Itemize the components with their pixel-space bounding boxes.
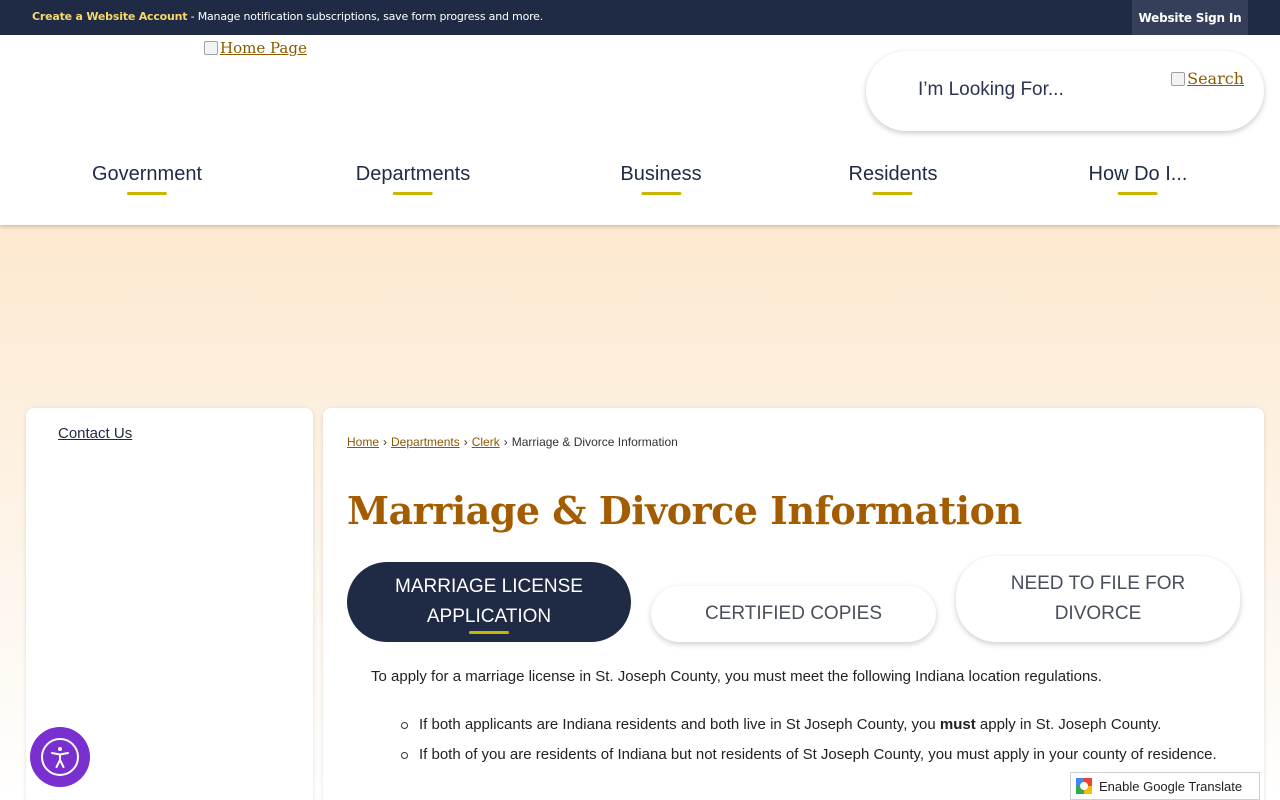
- tab-label-line2: DIVORCE: [1054, 603, 1142, 624]
- translate-label: Enable Google Translate: [1099, 778, 1243, 794]
- create-account-link[interactable]: Create a Website Account: [32, 10, 188, 23]
- page-title: Marriage & Divorce Information: [347, 488, 1022, 533]
- breadcrumb-current: Marriage & Divorce Information: [511, 435, 678, 449]
- search-button-alt: Search: [1187, 69, 1244, 88]
- tab-label: MARRIAGE LICENSE APPLICATION: [395, 572, 583, 632]
- nav-underline: [873, 192, 913, 195]
- main-content: Home › Departments › Clerk › Marriage & Divorc…: [323, 408, 1264, 800]
- intro-text: To apply for a marriage license in St. J…: [371, 668, 1102, 685]
- search-button[interactable]: Search: [1171, 69, 1244, 88]
- nav-item-how-do-i[interactable]: How Do I...: [1088, 163, 1188, 195]
- accessibility-icon: [41, 738, 79, 776]
- top-bar: Create a Website Account - Manage notifi…: [0, 0, 1280, 35]
- account-message: Create a Website Account - Manage notifi…: [32, 10, 543, 23]
- nav-item-government[interactable]: Government: [92, 163, 202, 195]
- google-translate-icon: [1075, 777, 1093, 795]
- nav-item-departments[interactable]: Departments: [355, 163, 471, 195]
- site-header: Home Page I’m Looking For... Search Gove…: [0, 35, 1280, 225]
- tab-label: CERTIFIED COPIES: [704, 603, 882, 624]
- nav-item-residents[interactable]: Residents: [848, 163, 938, 195]
- tab-active-underline: [469, 631, 509, 634]
- nav-item-label: How Do I...: [1088, 163, 1188, 185]
- nav-underline: [1117, 192, 1158, 195]
- rule-text: If both of you are residents of Indiana …: [419, 746, 1217, 763]
- enable-google-translate-button[interactable]: Enable Google Translate: [1070, 772, 1260, 800]
- search-icon: [1171, 71, 1186, 86]
- sidebar-item-contact-us[interactable]: Contact Us: [58, 425, 132, 442]
- breadcrumb-home[interactable]: Home: [347, 435, 379, 449]
- list-item: If both applicants are Indiana residents…: [401, 713, 1239, 737]
- nav-item-label: Residents: [848, 163, 938, 185]
- breadcrumb-separator: ›: [463, 435, 468, 449]
- account-message-text: - Manage notification subscriptions, sav…: [187, 10, 544, 23]
- tab-need-to-file-for-divorce[interactable]: NEED TO FILE FOR DIVORCE: [956, 556, 1240, 642]
- website-sign-in-button[interactable]: Website Sign In: [1132, 0, 1248, 35]
- tab-marriage-license-application[interactable]: MARRIAGE LICENSE APPLICATION: [347, 562, 631, 642]
- search-box[interactable]: I’m Looking For... Search: [866, 51, 1264, 131]
- tab-certified-copies[interactable]: CERTIFIED COPIES: [651, 586, 936, 642]
- breadcrumb-departments[interactable]: Departments: [391, 435, 460, 449]
- nav-underline: [641, 192, 681, 195]
- rule-text: If both applicants are Indiana residents…: [419, 716, 940, 733]
- tab-label-line1: MARRIAGE LICENSE: [395, 576, 583, 597]
- breadcrumb-clerk[interactable]: Clerk: [472, 435, 500, 449]
- nav-underline: [393, 192, 433, 195]
- tab-label: NEED TO FILE FOR DIVORCE: [1011, 569, 1186, 629]
- tab-label-line2: APPLICATION: [426, 606, 552, 627]
- broken-image-icon: [204, 41, 218, 55]
- nav-item-business[interactable]: Business: [620, 163, 702, 195]
- breadcrumb-separator: ›: [503, 435, 508, 449]
- residency-rules-list: If both applicants are Indiana residents…: [401, 713, 1239, 773]
- nav-item-label: Business: [620, 163, 702, 185]
- home-page-logo-link[interactable]: Home Page: [204, 39, 307, 57]
- rule-text-after: apply in St. Joseph County.: [975, 716, 1162, 733]
- accessibility-button[interactable]: [30, 727, 90, 787]
- list-item: If both of you are residents of Indiana …: [401, 743, 1239, 767]
- tab-label-line1: NEED TO FILE FOR: [1010, 573, 1186, 594]
- nav-underline: [127, 192, 167, 195]
- breadcrumb-separator: ›: [383, 435, 388, 449]
- search-input[interactable]: I’m Looking For...: [918, 79, 1064, 101]
- main-nav: Government Departments Business Resident…: [0, 163, 1280, 203]
- home-page-logo-alt: Home Page: [220, 39, 307, 57]
- breadcrumb: Home › Departments › Clerk › Marriage & Divorc…: [347, 435, 678, 449]
- nav-item-label: Government: [91, 163, 203, 185]
- nav-item-label: Departments: [355, 163, 471, 185]
- rule-emphasis: must: [939, 716, 976, 733]
